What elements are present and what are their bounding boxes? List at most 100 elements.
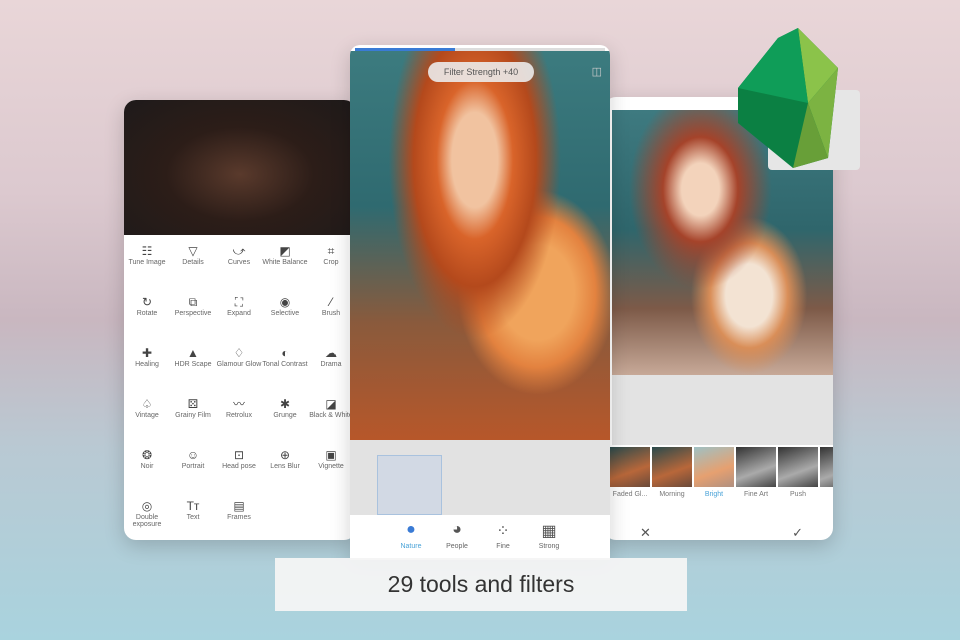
tool-perspective[interactable]: ⧉ Perspective bbox=[170, 290, 216, 341]
tool-vintage[interactable]: ♤ Vintage bbox=[124, 392, 170, 443]
filter-label: Morning bbox=[659, 491, 685, 498]
tool-label: Rotate bbox=[136, 310, 158, 317]
tool-icon: ☁ bbox=[325, 346, 337, 360]
tool-icon: ✚ bbox=[141, 346, 153, 360]
tool-expand[interactable]: ⛶ Expand bbox=[216, 290, 262, 341]
tool-label: White Balance bbox=[262, 259, 308, 266]
tool-label: Curves bbox=[227, 259, 251, 266]
tool-label: Perspective bbox=[174, 310, 212, 317]
tool-label: Details bbox=[182, 259, 204, 266]
filter-label: Faded Gl... bbox=[612, 491, 648, 498]
tool-icon: Tт bbox=[186, 499, 200, 513]
tool-icon: ▽ bbox=[188, 244, 198, 258]
tool-white-balance[interactable]: ◩ White Balance bbox=[262, 239, 308, 290]
tool-crop[interactable]: ⌗ Crop bbox=[308, 239, 354, 290]
filter-preview bbox=[694, 447, 734, 487]
tool-rotate[interactable]: ↻ Rotate bbox=[124, 290, 170, 341]
tool-label: Grainy Film bbox=[175, 412, 211, 419]
cancel-button[interactable]: ✕ bbox=[640, 525, 651, 540]
tool-hdr-scape[interactable]: ▲ HDR Scape bbox=[170, 341, 216, 392]
tool-label: Drama bbox=[320, 361, 342, 368]
filter-preview bbox=[652, 447, 692, 487]
option-strong[interactable]: ▦ Strong bbox=[535, 521, 563, 560]
tool-grunge[interactable]: ✱ Grunge bbox=[262, 392, 308, 443]
tool-label: Healing bbox=[135, 361, 159, 368]
tool-brush[interactable]: ⁄ Brush bbox=[308, 290, 354, 341]
tool-icon: ♢ bbox=[233, 346, 245, 360]
option-label: Strong bbox=[538, 543, 560, 550]
tool-icon: ⊕ bbox=[279, 448, 291, 462]
tool-head-pose[interactable]: ⊡ Head pose bbox=[216, 443, 262, 494]
tools-grid: ☷ Tune Image ▽ Details ⤻ Curves ◩ White Balance… bbox=[124, 235, 356, 540]
filter-thumbnail[interactable]: Fine Art bbox=[736, 447, 776, 498]
filter-preview bbox=[736, 447, 776, 487]
tool-label: Brush bbox=[321, 310, 341, 317]
snapseed-logo-icon bbox=[738, 28, 860, 170]
tool-icon: ♤ bbox=[141, 397, 153, 411]
tool-label: Selective bbox=[270, 310, 300, 317]
edited-photo bbox=[350, 51, 610, 440]
tool-icon: ◪ bbox=[325, 397, 337, 411]
tool-label: Text bbox=[186, 514, 200, 521]
tool-icon: ✱ bbox=[279, 397, 291, 411]
filter-label: Bright bbox=[704, 491, 724, 498]
tool-label: Glamour Glow bbox=[216, 361, 262, 368]
tool-icon: ▲ bbox=[187, 346, 199, 360]
progress-bar bbox=[355, 48, 605, 51]
tool-text[interactable]: Tт Text bbox=[170, 494, 216, 540]
option-label: People bbox=[446, 543, 468, 550]
tool-tonal-contrast[interactable]: ◐ Tonal Contrast bbox=[262, 341, 308, 392]
style-options: ● Nature ◕ People ⁘ Fine ▦ Strong bbox=[350, 515, 610, 560]
tool-grainy-film[interactable]: ⚄ Grainy Film bbox=[170, 392, 216, 443]
tool-icon: ⚄ bbox=[187, 397, 199, 411]
filter-label: Push bbox=[790, 491, 806, 498]
filter-thumbnail[interactable]: Str bbox=[820, 447, 833, 498]
option-nature[interactable]: ● Nature bbox=[397, 521, 425, 560]
option-label: Fine bbox=[496, 543, 510, 550]
filter-strength-badge: Filter Strength +40 bbox=[428, 62, 534, 82]
filter-thumbnail[interactable]: Bright bbox=[694, 447, 734, 498]
tool-double-exposure[interactable]: ◎ Double exposure bbox=[124, 494, 170, 540]
compare-icon[interactable]: ◫ bbox=[592, 65, 602, 78]
tool-icon: ◎ bbox=[141, 499, 153, 513]
filter-thumbnail[interactable]: Faded Gl... bbox=[610, 447, 650, 498]
tool-portrait[interactable]: ☺ Portrait bbox=[170, 443, 216, 494]
tool-glamour-glow[interactable]: ♢ Glamour Glow bbox=[216, 341, 262, 392]
confirm-button[interactable]: ✓ bbox=[792, 525, 803, 540]
tool-noir[interactable]: ❂ Noir bbox=[124, 443, 170, 494]
tool-label: Retrolux bbox=[225, 412, 253, 419]
tool-label: Lens Blur bbox=[270, 463, 300, 470]
tool-icon: ⁄ bbox=[329, 295, 332, 309]
tool-retrolux[interactable]: 〰 Retrolux bbox=[216, 392, 262, 443]
tool-lens-blur[interactable]: ⊕ Lens Blur bbox=[262, 443, 308, 494]
option-icon: ▦ bbox=[541, 523, 557, 540]
tool-icon: 〰 bbox=[232, 397, 245, 411]
filter-strip: Faded Gl... Morning Bright Fine Art Push Str bbox=[610, 447, 833, 498]
tools-panel: ☷ Tune Image ▽ Details ⤻ Curves ◩ White Balance… bbox=[124, 100, 356, 540]
tool-frames[interactable]: ▤ Frames bbox=[216, 494, 262, 540]
tool-black-white[interactable]: ◪ Black & White bbox=[308, 392, 354, 443]
tool-vignette[interactable]: ▣ Vignette bbox=[308, 443, 354, 494]
tool-label: Portrait bbox=[181, 463, 205, 470]
tool-label: Head pose bbox=[222, 463, 256, 470]
tool-curves[interactable]: ⤻ Curves bbox=[216, 239, 262, 290]
tool-label: Frames bbox=[227, 514, 251, 521]
filter-thumbnail[interactable]: Morning bbox=[652, 447, 692, 498]
option-fine[interactable]: ⁘ Fine bbox=[489, 521, 517, 560]
option-people[interactable]: ◕ People bbox=[443, 521, 471, 560]
tool-healing[interactable]: ✚ Healing bbox=[124, 341, 170, 392]
tool-icon: ⊡ bbox=[233, 448, 245, 462]
option-icon: ● bbox=[406, 521, 416, 538]
editor-panel: Filter Strength +40 ◫ ● Nature ◕ People ⁘ Fin… bbox=[350, 45, 610, 560]
tool-drama[interactable]: ☁ Drama bbox=[308, 341, 354, 392]
filter-thumbnail[interactable]: Push bbox=[778, 447, 818, 498]
tool-icon: ▤ bbox=[233, 499, 245, 513]
tool-details[interactable]: ▽ Details bbox=[170, 239, 216, 290]
tool-tune-image[interactable]: ☷ Tune Image bbox=[124, 239, 170, 290]
tool-selective[interactable]: ◉ Selective bbox=[262, 290, 308, 341]
tool-icon: ⧉ bbox=[188, 295, 198, 309]
option-icon: ◕ bbox=[452, 521, 462, 538]
option-icon: ⁘ bbox=[496, 523, 510, 540]
tool-label: Tune Image bbox=[128, 259, 166, 266]
tool-icon: ❂ bbox=[141, 448, 153, 462]
